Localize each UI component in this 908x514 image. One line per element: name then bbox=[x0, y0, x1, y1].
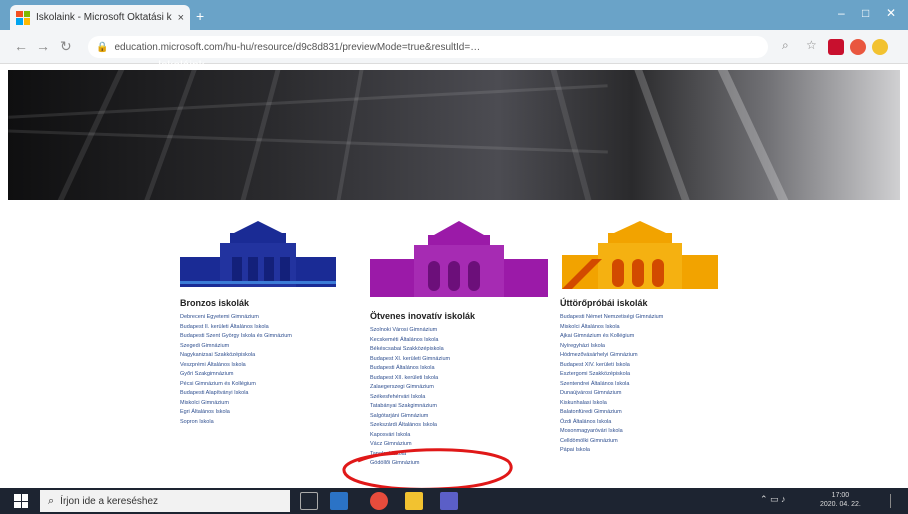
clock-time: 17:00 bbox=[831, 492, 850, 499]
silver-building-icon bbox=[370, 221, 548, 297]
windows-start-icon[interactable] bbox=[14, 494, 28, 508]
lock-icon: 🔒 bbox=[96, 41, 109, 53]
teams-app-icon[interactable] bbox=[440, 492, 458, 510]
page-title: Iskoláink bbox=[158, 58, 205, 72]
tab-close-icon[interactable]: × bbox=[178, 12, 184, 24]
school-link[interactable]: Mosonmagyaróvári Iskola bbox=[560, 427, 663, 437]
school-link[interactable]: Miskolci Általános Iskola bbox=[560, 323, 663, 333]
school-link[interactable]: Egri Általános Iskola bbox=[180, 408, 292, 418]
bronze-schools-title: Bronzos iskolák bbox=[180, 298, 250, 308]
school-link[interactable]: Dunaújvárosi Gimnázium bbox=[560, 389, 663, 399]
school-link[interactable]: Salgótarjáni Gimnázium bbox=[370, 412, 450, 422]
office-extension-icon[interactable] bbox=[828, 39, 844, 55]
profile-avatar[interactable] bbox=[872, 39, 888, 55]
school-link[interactable]: Szekszárdi Általános Iskola bbox=[370, 421, 450, 431]
reload-icon[interactable]: ↻ bbox=[60, 38, 72, 55]
school-link[interactable]: Szegedi Gimnázium bbox=[180, 342, 292, 352]
search-placeholder: Írjon ide a kereséshez bbox=[60, 495, 159, 507]
school-link[interactable]: Szolnoki Városi Gimnázium bbox=[370, 326, 450, 336]
school-link[interactable]: Pápai Iskola bbox=[560, 446, 663, 456]
school-link[interactable]: Kaposvári Iskola bbox=[370, 431, 450, 441]
school-link[interactable]: Budapest XIV. kerületi Iskola bbox=[560, 361, 663, 371]
taskbar-clock[interactable]: 17:00 2020. 04. 22. bbox=[820, 491, 861, 509]
zoom-icon[interactable]: ⌕ bbox=[782, 38, 789, 53]
pioneer-schools-title: Úttörőpróbái iskolák bbox=[560, 298, 648, 308]
taskbar-search-input[interactable]: ⌕ Írjon ide a kereséshez bbox=[40, 490, 290, 512]
bronze-building-icon bbox=[180, 221, 336, 287]
close-window-button[interactable]: ✕ bbox=[886, 6, 896, 20]
school-link[interactable]: Békéscsabai Szakközépiskola bbox=[370, 345, 450, 355]
school-link[interactable]: Budapest XI. kerületi Gimnázium bbox=[370, 355, 450, 365]
task-view-icon[interactable] bbox=[300, 492, 318, 510]
file-explorer-icon[interactable] bbox=[405, 492, 423, 510]
school-link[interactable]: Budapest XII. kerületi Iskola bbox=[370, 374, 450, 384]
microsoft-logo-icon bbox=[16, 10, 30, 25]
school-link[interactable]: Veszprémi Általános Iskola bbox=[180, 361, 292, 371]
school-link[interactable]: Győri Szakgimnázium bbox=[180, 370, 292, 380]
innovative-schools-title: Ötvenes inovatív iskolák bbox=[370, 311, 476, 321]
clock-date: 2020. 04. 22. bbox=[820, 501, 861, 508]
school-link[interactable]: Balatonfüredi Gimnázium bbox=[560, 408, 663, 418]
maximize-button[interactable]: □ bbox=[862, 6, 869, 20]
red-annotation-circle bbox=[342, 448, 513, 491]
school-link[interactable]: Miskolci Gimnázium bbox=[180, 399, 292, 409]
outlook-app-icon[interactable] bbox=[330, 492, 348, 510]
school-link[interactable]: Esztergomi Szakközépiskola bbox=[560, 370, 663, 380]
tab-title: Iskolaink - Microsoft Oktatási k... bbox=[36, 12, 172, 23]
gold-building-icon bbox=[562, 221, 718, 289]
school-link[interactable]: Kiskunhalasi Iskola bbox=[560, 399, 663, 409]
chrome-app-icon[interactable] bbox=[370, 492, 388, 510]
extension-icon[interactable] bbox=[850, 39, 866, 55]
school-link[interactable]: Budapesti Általános Iskola bbox=[370, 364, 450, 374]
minimize-button[interactable]: – bbox=[838, 6, 845, 20]
school-link[interactable]: Székesfehérvári Iskola bbox=[370, 393, 450, 403]
school-link[interactable]: Nyíregyházi Iskola bbox=[560, 342, 663, 352]
bookmark-star-icon[interactable]: ☆ bbox=[806, 38, 817, 52]
school-link[interactable]: Budapesti Alapítványi Iskola bbox=[180, 389, 292, 399]
show-desktop-button[interactable] bbox=[890, 494, 900, 508]
school-link[interactable]: Budapesti Szent György Iskola és Gimnázi… bbox=[180, 332, 292, 342]
back-arrow-icon[interactable]: ← bbox=[14, 38, 28, 54]
school-link[interactable]: Szentendrei Általános Iskola bbox=[560, 380, 663, 390]
pioneer-schools-list: Budapesti Német Nemzetiségi Gimnázium Mis… bbox=[560, 313, 663, 456]
school-link[interactable]: Ózdi Általános Iskola bbox=[560, 418, 663, 428]
bronze-schools-list: Debreceni Egyetemi Gimnázium Budapest II.… bbox=[180, 313, 292, 427]
hero-banner bbox=[8, 70, 900, 200]
school-link[interactable]: Debreceni Egyetemi Gimnázium bbox=[180, 313, 292, 323]
school-link[interactable]: Kecskeméti Általános Iskola bbox=[370, 336, 450, 346]
system-tray[interactable]: ⌃ ▭ ♪ bbox=[760, 494, 786, 505]
school-link[interactable]: Sopron Iskola bbox=[180, 418, 292, 428]
browser-tab[interactable]: Iskolaink - Microsoft Oktatási k... × bbox=[10, 5, 190, 30]
school-link[interactable]: Celldömölki Gimnázium bbox=[560, 437, 663, 447]
new-tab-button[interactable]: + bbox=[196, 8, 204, 24]
school-link[interactable]: Hódmezővásárhelyi Gimnázium bbox=[560, 351, 663, 361]
school-link[interactable]: Zalaegerszegi Gimnázium bbox=[370, 383, 450, 393]
school-link[interactable]: Tatabányai Szakgimnázium bbox=[370, 402, 450, 412]
school-link[interactable]: Pécsi Gimnázium és Kollégium bbox=[180, 380, 292, 390]
search-icon: ⌕ bbox=[48, 494, 55, 507]
school-link[interactable]: Budapesti Német Nemzetiségi Gimnázium bbox=[560, 313, 663, 323]
url-text: education.microsoft.com/hu-hu/resource/d… bbox=[114, 41, 481, 53]
school-link[interactable]: Ajkai Gimnázium és Kollégium bbox=[560, 332, 663, 342]
school-link[interactable]: Budapest II. kerületi Általános Iskola bbox=[180, 323, 292, 333]
address-bar[interactable]: 🔒 education.microsoft.com/hu-hu/resource… bbox=[88, 36, 768, 58]
forward-arrow-icon[interactable]: → bbox=[36, 38, 50, 54]
school-link[interactable]: Nagykanizsai Szakközépiskola bbox=[180, 351, 292, 361]
